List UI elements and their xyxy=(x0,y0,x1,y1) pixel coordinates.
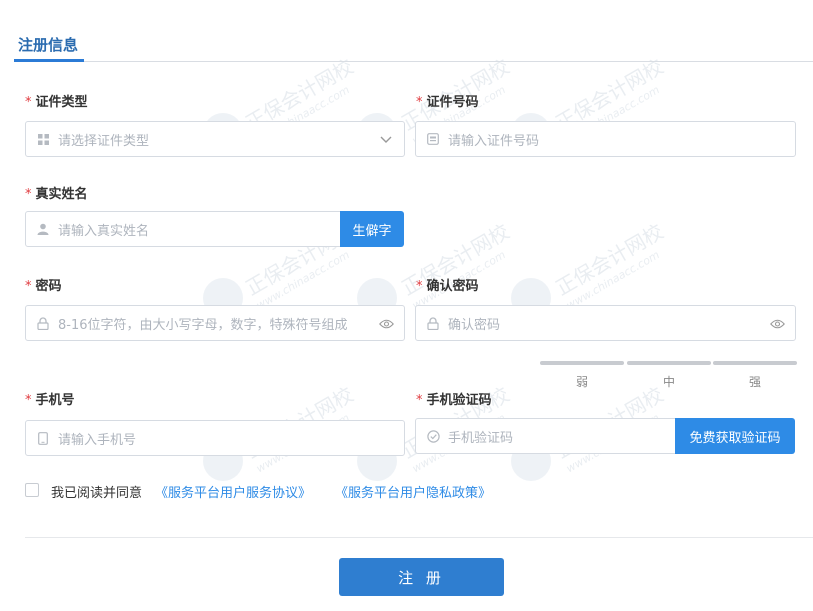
section-title: 注册信息 xyxy=(18,36,79,54)
required-mark: * xyxy=(25,95,32,110)
watermark-url: www.chinaacc.com xyxy=(254,248,352,313)
phone-placeholder: 请输入手机号 xyxy=(58,432,137,448)
strength-label-weak: 弱 xyxy=(575,375,588,389)
rare-character-button[interactable]: 生僻字 xyxy=(340,211,404,247)
required-mark: * xyxy=(25,187,32,202)
required-mark: * xyxy=(25,393,32,408)
phone-input[interactable]: 请输入手机号 xyxy=(25,420,405,456)
sms-code-label-text: 手机验证码 xyxy=(426,393,492,408)
real-name-input[interactable]: 请输入真实姓名 xyxy=(25,211,341,247)
required-mark: * xyxy=(416,95,423,110)
required-mark: * xyxy=(416,393,423,408)
strength-label-medium: 中 xyxy=(662,375,675,389)
sms-code-input[interactable]: 手机验证码 xyxy=(415,418,677,454)
password-label-text: 密码 xyxy=(35,279,62,294)
watermark: 正保会计网校 www.chinaacc.com xyxy=(550,216,675,312)
confirm-password-placeholder: 确认密码 xyxy=(448,317,501,333)
confirm-password-label-text: 确认密码 xyxy=(426,279,479,294)
confirm-password-input[interactable]: 确认密码 xyxy=(415,305,796,341)
chevron-down-icon[interactable] xyxy=(378,132,394,148)
agreement-text: 我已阅读并同意 xyxy=(51,486,143,501)
id-number-input[interactable]: 请输入证件号码 xyxy=(415,121,796,157)
strength-label-strong: 强 xyxy=(748,375,761,389)
id-type-select[interactable]: 请选择证件类型 xyxy=(25,121,405,157)
id-type-placeholder: 请选择证件类型 xyxy=(58,133,150,149)
id-card-icon xyxy=(426,132,440,146)
eye-icon[interactable] xyxy=(378,316,394,332)
phone-label: * 手机号 xyxy=(25,389,75,408)
privacy-policy-link[interactable]: 《服务平台用户隐私政策》 xyxy=(335,482,491,501)
id-type-label-text: 证件类型 xyxy=(35,95,88,110)
sms-code-label: * 手机验证码 xyxy=(416,389,492,408)
id-number-label-text: 证件号码 xyxy=(426,95,479,110)
sms-code-placeholder: 手机验证码 xyxy=(448,430,514,446)
agreement-checkbox[interactable] xyxy=(25,483,39,497)
lock-icon xyxy=(426,316,440,330)
phone-label-text: 手机号 xyxy=(35,393,75,408)
real-name-label-text: 真实姓名 xyxy=(35,187,88,202)
form-footer-divider xyxy=(25,537,813,538)
id-type-label: * 证件类型 xyxy=(25,91,88,110)
check-circle-icon xyxy=(426,429,440,443)
confirm-password-label: * 确认密码 xyxy=(416,275,479,294)
user-icon xyxy=(36,222,50,236)
register-button[interactable]: 注 册 xyxy=(339,558,504,596)
watermark-brand: 正保会计网校 xyxy=(551,219,668,301)
required-mark: * xyxy=(416,279,423,294)
strength-bar-weak xyxy=(540,361,624,365)
section-divider xyxy=(14,61,813,62)
service-agreement-link[interactable]: 《服务平台用户服务协议》 xyxy=(155,482,311,501)
phone-icon xyxy=(36,431,50,445)
strength-bar-medium xyxy=(627,361,711,365)
watermark: 正保会计网校 www.chinaacc.com xyxy=(396,216,521,312)
id-number-label: * 证件号码 xyxy=(416,91,479,110)
lock-icon xyxy=(36,316,50,330)
section-title-underline xyxy=(14,59,84,62)
password-placeholder: 8-16位字符，由大小写字母，数字，特殊符号组成 xyxy=(58,317,348,333)
eye-icon[interactable] xyxy=(769,316,785,332)
password-label: * 密码 xyxy=(25,275,62,294)
get-sms-code-button[interactable]: 免费获取验证码 xyxy=(675,418,795,454)
real-name-placeholder: 请输入真实姓名 xyxy=(58,223,150,239)
grid-icon xyxy=(36,132,50,146)
id-number-placeholder: 请输入证件号码 xyxy=(448,133,540,149)
real-name-label: * 真实姓名 xyxy=(25,183,88,202)
required-mark: * xyxy=(25,279,32,294)
strength-bar-strong xyxy=(713,361,797,365)
password-input[interactable]: 8-16位字符，由大小写字母，数字，特殊符号组成 xyxy=(25,305,405,341)
watermark-url: www.chinaacc.com xyxy=(564,248,662,313)
